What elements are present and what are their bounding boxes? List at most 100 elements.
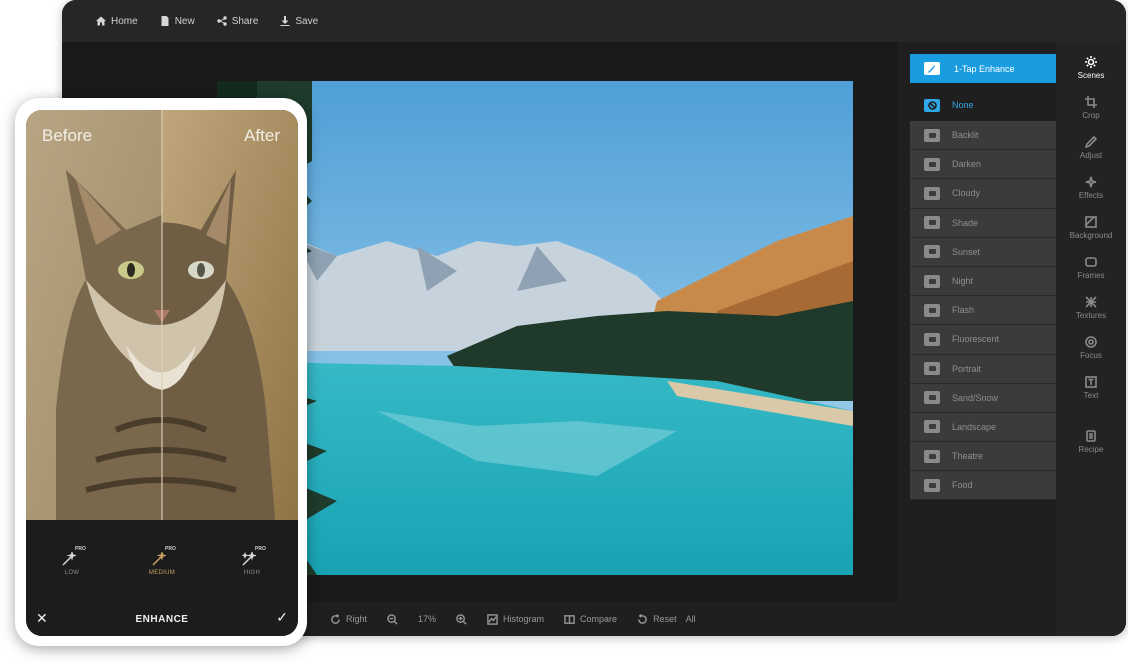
scene-label: Food — [952, 480, 973, 491]
scene-label: Theatre — [952, 451, 984, 462]
tool-background[interactable]: Background — [1056, 216, 1126, 240]
scene-landscape[interactable]: Landscape — [910, 412, 1056, 443]
darken-icon — [924, 157, 940, 171]
close-icon[interactable]: ✕ — [36, 610, 48, 627]
zoom-out-button[interactable] — [387, 613, 398, 625]
pro-badge: PRO — [255, 546, 266, 552]
scene-shade[interactable]: Shade — [910, 208, 1056, 238]
tool-rail: Scenes Crop Adjust Effects Background Fr… — [1056, 42, 1126, 636]
backlit-icon — [924, 128, 940, 142]
scene-sand-snow[interactable]: Sand/Snow — [910, 383, 1056, 413]
scene-backlit[interactable]: Backlit — [910, 121, 1056, 151]
share-button[interactable]: Share — [217, 15, 259, 27]
fluorescent-icon — [924, 332, 940, 346]
frame-icon — [1085, 257, 1097, 267]
scene-label: Flash — [952, 305, 975, 316]
tool-effects[interactable]: Effects — [1056, 176, 1126, 200]
reset-icon — [638, 613, 647, 624]
scene-label: Fluorescent — [952, 334, 1000, 345]
level-low[interactable]: PRO LOW — [42, 546, 102, 576]
home-icon — [96, 16, 106, 26]
tool-text[interactable]: Text — [1056, 376, 1126, 400]
zoom-in-button[interactable] — [456, 613, 467, 625]
tool-label: Text — [1083, 391, 1099, 400]
after-label: After — [244, 126, 280, 145]
home-button[interactable]: Home — [96, 16, 138, 27]
zoom-in-icon — [456, 613, 467, 625]
histogram-button[interactable]: Histogram — [487, 613, 545, 625]
reset-button[interactable]: Reset All — [637, 613, 696, 625]
scene-label: Cloudy — [952, 188, 981, 199]
tool-recipe[interactable]: Recipe — [1056, 430, 1126, 454]
tool-scenes[interactable]: Scenes — [1056, 56, 1126, 80]
compare-icon — [564, 614, 575, 624]
scene-list: Backlit Darken Cloudy Shade Sunset Night… — [910, 121, 1056, 501]
compare-button[interactable]: Compare — [564, 614, 617, 625]
landscape-icon — [924, 420, 940, 434]
pro-badge: PRO — [165, 546, 176, 552]
one-tap-enhance-button[interactable]: 1-Tap Enhance — [910, 54, 1056, 83]
new-label: New — [174, 15, 195, 27]
tool-crop[interactable]: Crop — [1056, 96, 1126, 120]
before-label: Before — [42, 126, 93, 145]
scene-label: Backlit — [952, 130, 979, 141]
share-icon — [217, 16, 227, 26]
magic-wand-icon — [924, 62, 940, 75]
phone-mockup: Before After PRO LOW PRO MEDIUM PRO HIGH… — [15, 98, 307, 646]
new-button[interactable]: New — [160, 16, 195, 27]
scene-cloudy[interactable]: Cloudy — [910, 179, 1056, 209]
tool-label: Recipe — [1078, 445, 1104, 454]
magic-wand-icon — [152, 552, 166, 566]
reset-label: Reset — [653, 614, 677, 624]
one-tap-enhance-label: 1-Tap Enhance — [954, 63, 1015, 74]
tool-textures[interactable]: Textures — [1056, 296, 1126, 320]
share-label: Share — [231, 15, 259, 27]
no-effect-icon — [924, 98, 940, 112]
check-icon[interactable]: ✓ — [276, 609, 288, 626]
tool-focus[interactable]: Focus — [1056, 336, 1126, 360]
level-high[interactable]: PRO HIGH — [222, 546, 282, 576]
enhance-title: ENHANCE — [135, 613, 189, 625]
histogram-label: Histogram — [503, 614, 545, 624]
scene-night[interactable]: Night — [910, 266, 1056, 297]
scene-sunset[interactable]: Sunset — [910, 237, 1056, 267]
magic-wand-icon — [62, 552, 76, 566]
tool-frames[interactable]: Frames — [1056, 256, 1126, 280]
level-medium[interactable]: PRO MEDIUM — [132, 546, 192, 576]
level-low-label: LOW — [64, 570, 80, 576]
cloud-icon — [924, 186, 940, 200]
reset-all-label: All — [685, 614, 696, 624]
tool-label: Background — [1069, 231, 1113, 240]
crop-icon — [1085, 96, 1097, 108]
rotate-right-button[interactable]: Right — [330, 613, 367, 625]
magic-wand-icon — [242, 552, 256, 566]
new-document-icon — [161, 16, 169, 26]
level-medium-label: MEDIUM — [148, 570, 176, 576]
tool-label: Adjust — [1079, 151, 1103, 160]
scene-flash[interactable]: Flash — [910, 296, 1056, 326]
scene-theatre[interactable]: Theatre — [910, 442, 1056, 472]
home-label: Home — [111, 15, 138, 27]
sunset-icon — [924, 245, 940, 259]
scene-label: Darken — [952, 159, 982, 170]
scene-food[interactable]: Food — [910, 471, 1056, 501]
save-button[interactable]: Save — [280, 16, 318, 27]
texture-icon — [1085, 296, 1097, 308]
download-icon — [280, 16, 290, 26]
enhance-bar: ✕ ENHANCE ✓ — [26, 602, 298, 636]
scene-fluorescent[interactable]: Fluorescent — [910, 325, 1056, 355]
recipe-icon — [1086, 430, 1096, 442]
tool-label: Crop — [1082, 111, 1100, 120]
scene-portrait[interactable]: Portrait — [910, 354, 1056, 384]
scene-darken[interactable]: Darken — [910, 150, 1056, 180]
sparkle-icon — [1085, 176, 1097, 188]
scene-none-label: None — [952, 100, 974, 110]
save-label: Save — [295, 15, 319, 27]
enhance-controls: PRO LOW PRO MEDIUM PRO HIGH ✕ ENHANCE ✓ — [26, 520, 298, 636]
top-toolbar: Home New Share Save — [62, 0, 1126, 42]
scene-none[interactable]: None — [910, 93, 1056, 117]
tool-adjust[interactable]: Adjust — [1056, 136, 1126, 160]
text-icon — [1085, 376, 1097, 388]
level-high-label: HIGH — [243, 570, 261, 576]
tool-label: Textures — [1075, 311, 1107, 320]
